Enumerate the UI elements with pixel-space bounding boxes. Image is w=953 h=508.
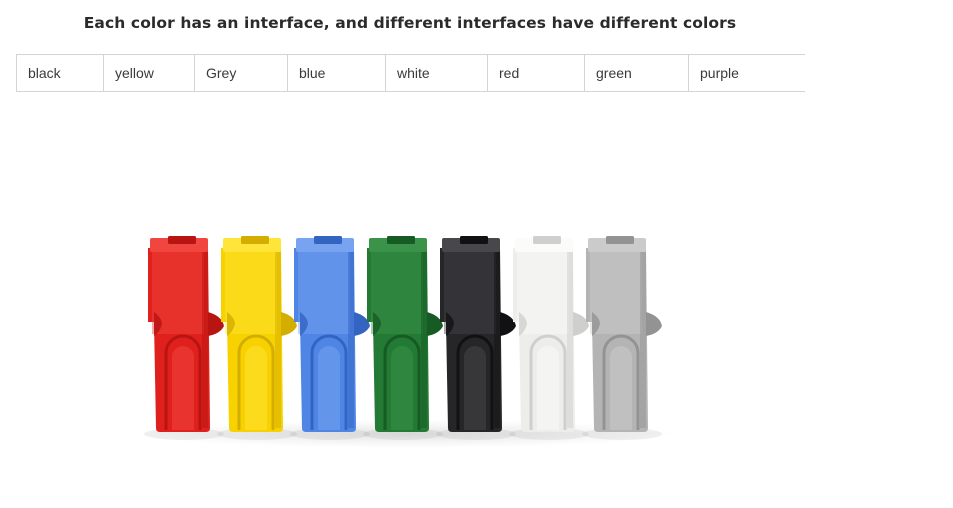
color-cell: black (16, 54, 104, 92)
page-heading: Each color has an interface, and differe… (83, 14, 737, 32)
color-cell: red (487, 54, 585, 92)
color-cell: white (385, 54, 488, 92)
color-cell: blue (287, 54, 386, 92)
color-cell: Grey (194, 54, 288, 92)
color-row: black yellow Grey blue white red green p… (16, 54, 805, 92)
product-photo (137, 212, 803, 508)
color-cell: yellow (103, 54, 195, 92)
color-table: black yellow Grey blue white red green p… (16, 54, 805, 92)
color-cell: purple (688, 54, 805, 92)
color-cell: green (584, 54, 689, 92)
connectors-illustration (137, 212, 803, 508)
